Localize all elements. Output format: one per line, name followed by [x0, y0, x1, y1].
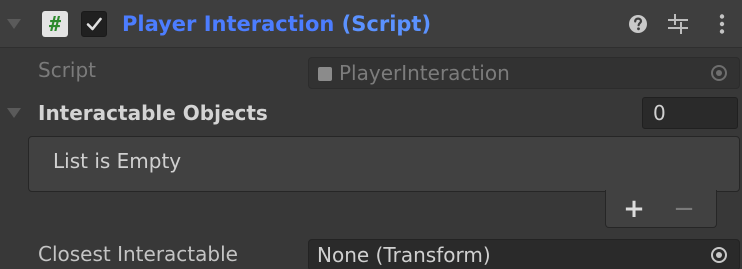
script-value: PlayerInteraction — [339, 61, 510, 85]
add-element-button[interactable]: + — [622, 196, 646, 222]
closest-interactable-value: None (Transform) — [317, 243, 491, 267]
script-asset-icon — [318, 67, 332, 81]
presets-icon[interactable] — [666, 12, 690, 36]
list-footer: + − — [605, 190, 717, 228]
object-picker-icon — [711, 65, 727, 81]
script-field: PlayerInteraction — [308, 57, 740, 89]
object-picker-icon[interactable] — [711, 247, 727, 263]
list-empty-text: List is Empty — [53, 149, 182, 173]
list-fold-arrow-icon[interactable] — [7, 108, 21, 118]
help-icon[interactable] — [626, 12, 650, 36]
script-icon: # — [42, 11, 68, 37]
fold-arrow-icon[interactable] — [7, 19, 21, 29]
remove-element-button[interactable]: − — [672, 196, 696, 222]
closest-interactable-field[interactable]: None (Transform) — [308, 239, 740, 269]
list-size-value: 0 — [653, 101, 666, 125]
checkmark-icon — [86, 17, 102, 31]
enable-checkbox[interactable] — [81, 11, 107, 37]
list-body: List is Empty — [28, 136, 740, 192]
list-label[interactable]: Interactable Objects — [38, 101, 268, 125]
list-size-input[interactable]: 0 — [642, 97, 738, 129]
component-title-suffix: (Script) — [334, 12, 432, 36]
component-header[interactable]: # Player Interaction (Script) — [0, 0, 742, 48]
script-label: Script — [38, 58, 97, 82]
closest-interactable-label: Closest Interactable — [38, 242, 238, 266]
component-title-main: Player Interaction — [122, 12, 335, 36]
kebab-menu-icon[interactable] — [710, 12, 734, 36]
component-title[interactable]: Player Interaction (Script) — [122, 10, 431, 38]
